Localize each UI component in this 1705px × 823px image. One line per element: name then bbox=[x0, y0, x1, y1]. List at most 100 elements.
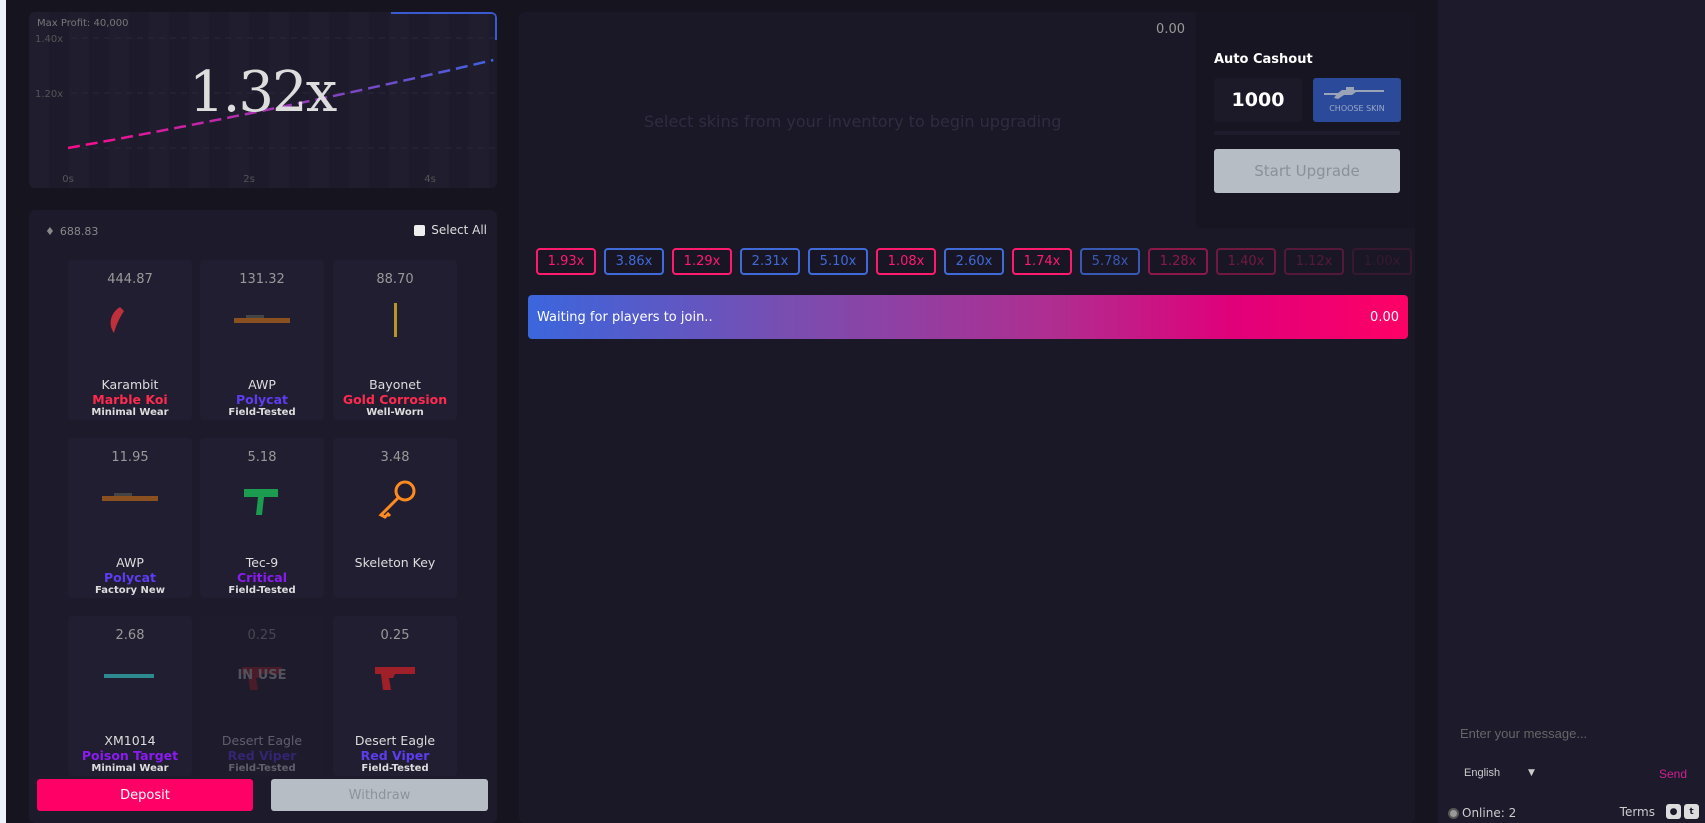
inventory-item[interactable]: 444.87 Karambit Marble Koi Minimal Wear bbox=[68, 260, 192, 420]
x-tick-label: 2s bbox=[243, 174, 255, 185]
item-skin: Polycat bbox=[235, 392, 288, 407]
history-multiplier: 2.31x bbox=[740, 248, 800, 275]
history-multiplier: 1.93x bbox=[536, 248, 596, 275]
rifle-awp-icon bbox=[200, 287, 324, 355]
history-multiplier: 1.12x bbox=[1284, 248, 1344, 275]
history-multiplier: 1.29x bbox=[672, 248, 732, 275]
auto-cashout-panel: Auto Cashout 1000 CHOOSE SKIN Start Upgr… bbox=[1196, 12, 1415, 228]
inventory-item[interactable]: 88.70 Bayonet Gold Corrosion Well-Worn bbox=[333, 260, 457, 420]
online-text: Online: 2 bbox=[1462, 806, 1517, 820]
select-all-label: Select All bbox=[431, 223, 487, 237]
status-bar: Waiting for players to join.. 0.00 bbox=[528, 295, 1408, 339]
y-tick-label: 1.20x bbox=[35, 89, 63, 100]
item-skin: Red Viper bbox=[227, 748, 297, 763]
y-tick-label: 1.40x bbox=[35, 34, 63, 45]
upgrade-panel: 0.00 Select skins from your inventory to… bbox=[519, 12, 1415, 823]
item-price: 444.87 bbox=[107, 272, 153, 287]
item-skin: Polycat bbox=[103, 570, 156, 585]
item-name: AWP bbox=[116, 555, 144, 570]
withdraw-button[interactable]: Withdraw bbox=[271, 779, 488, 811]
history-multiplier: 1.08x bbox=[876, 248, 936, 275]
item-wear: Minimal Wear bbox=[91, 407, 169, 418]
chart-corner-accent bbox=[391, 12, 497, 40]
inventory-item[interactable]: 0.25 Desert Eagle Red Viper Field-Tested bbox=[333, 616, 457, 776]
chat-panel: English ▼ Send Online: 2 Terms ● t bbox=[1438, 0, 1705, 823]
inventory-item[interactable]: 131.32 AWP Polycat Field-Tested bbox=[200, 260, 324, 420]
item-skin: Gold Corrosion bbox=[342, 392, 448, 407]
smg-tec9-icon bbox=[200, 465, 324, 533]
key-icon bbox=[333, 465, 457, 533]
online-count: Online: 2 bbox=[1448, 806, 1516, 820]
send-button[interactable]: Send bbox=[1659, 767, 1687, 781]
item-price: 0.25 bbox=[380, 628, 410, 643]
tag-icon: ♦ bbox=[45, 225, 55, 238]
history-multiplier: 1.00x bbox=[1352, 248, 1412, 275]
in-use-badge: IN USE bbox=[237, 668, 287, 683]
item-price: 88.70 bbox=[376, 272, 414, 287]
current-multiplier: 1.32x bbox=[189, 60, 337, 125]
knife-karambit-icon bbox=[68, 287, 192, 355]
item-price: 0.25 bbox=[247, 628, 277, 643]
caret-down-icon[interactable]: ▼ bbox=[1528, 768, 1535, 778]
choose-skin-label: CHOOSE SKIN bbox=[1329, 104, 1385, 113]
item-wear: Factory New bbox=[95, 585, 165, 596]
history-multiplier: 1.28x bbox=[1148, 248, 1208, 275]
item-wear: Field-Tested bbox=[361, 763, 429, 774]
history-multiplier: 5.78x bbox=[1080, 248, 1140, 275]
terms-link[interactable]: Terms bbox=[1620, 805, 1655, 819]
auto-cashout-label: Auto Cashout bbox=[1214, 52, 1313, 67]
history-multiplier: 1.74x bbox=[1012, 248, 1072, 275]
item-wear: Field-Tested bbox=[228, 763, 296, 774]
item-name: Tec-9 bbox=[245, 555, 279, 570]
status-value: 0.00 bbox=[1370, 309, 1399, 325]
checkbox-icon[interactable] bbox=[414, 224, 426, 236]
inventory-total: ♦ 688.83 bbox=[45, 225, 98, 238]
multiplier-chart: 1.40x 1.20x 0s 2s 4s Max Profit: 40,000 1.32… bbox=[29, 12, 497, 188]
knife-bayonet-icon bbox=[333, 287, 457, 355]
item-price: 5.18 bbox=[247, 450, 277, 465]
language-select[interactable]: English bbox=[1464, 767, 1500, 779]
item-name: Bayonet bbox=[369, 377, 421, 392]
item-name: Karambit bbox=[101, 377, 159, 392]
item-price: 11.95 bbox=[111, 450, 149, 465]
rifle-icon bbox=[1324, 87, 1384, 99]
inventory-item[interactable]: 0.25 Desert Eagle Red Viper Field-Tested… bbox=[200, 616, 324, 776]
x-tick-label: 4s bbox=[424, 174, 436, 185]
history-multiplier: 3.86x bbox=[604, 248, 664, 275]
cashout-slider[interactable] bbox=[1214, 131, 1400, 135]
inventory-item[interactable]: 5.18 Tec-9 Critical Field-Tested bbox=[200, 438, 324, 598]
item-name: Skeleton Key bbox=[354, 555, 436, 570]
item-wear: Field-Tested bbox=[228, 585, 296, 596]
upgrade-hint: Select skins from your inventory to begi… bbox=[644, 112, 1062, 131]
item-price: 2.68 bbox=[115, 628, 145, 643]
history-multiplier: 5.10x bbox=[808, 248, 868, 275]
choose-skin-button[interactable]: CHOOSE SKIN bbox=[1313, 78, 1401, 122]
history-multiplier: 2.60x bbox=[944, 248, 1004, 275]
status-dot-icon bbox=[1448, 807, 1459, 819]
item-price: 131.32 bbox=[239, 272, 285, 287]
item-wear: Well-Worn bbox=[366, 407, 424, 418]
item-name: Desert Eagle bbox=[354, 733, 436, 748]
rifle-awp-icon bbox=[68, 465, 192, 533]
inventory-item[interactable]: 2.68 XM1014 Poison Target Minimal Wear bbox=[68, 616, 192, 776]
twitter-icon[interactable]: t bbox=[1684, 804, 1699, 819]
x-tick-label: 0s bbox=[62, 174, 74, 185]
upgrade-value: 0.00 bbox=[1156, 22, 1185, 37]
start-upgrade-button[interactable]: Start Upgrade bbox=[1214, 149, 1400, 193]
inventory-item[interactable]: 11.95 AWP Polycat Factory New bbox=[68, 438, 192, 598]
item-wear: Field-Tested bbox=[228, 407, 296, 418]
chat-input[interactable] bbox=[1460, 726, 1680, 741]
item-name: Desert Eagle bbox=[221, 733, 303, 748]
inventory-panel: ♦ 688.83 Select All 444.87 Karambit Marbl… bbox=[29, 210, 497, 823]
shotgun-icon bbox=[68, 643, 192, 711]
item-skin: Marble Koi bbox=[92, 392, 168, 407]
select-all-checkbox[interactable]: Select All bbox=[414, 223, 487, 237]
history-multiplier: 1.40x bbox=[1216, 248, 1276, 275]
discord-icon[interactable]: ● bbox=[1666, 804, 1681, 819]
left-edge bbox=[0, 0, 6, 823]
deposit-button[interactable]: Deposit bbox=[37, 779, 253, 811]
item-wear: Minimal Wear bbox=[91, 763, 169, 774]
auto-cashout-input[interactable]: 1000 bbox=[1214, 78, 1302, 122]
inventory-item[interactable]: 3.48 Skeleton Key bbox=[333, 438, 457, 598]
max-profit: Max Profit: 40,000 bbox=[37, 18, 129, 29]
